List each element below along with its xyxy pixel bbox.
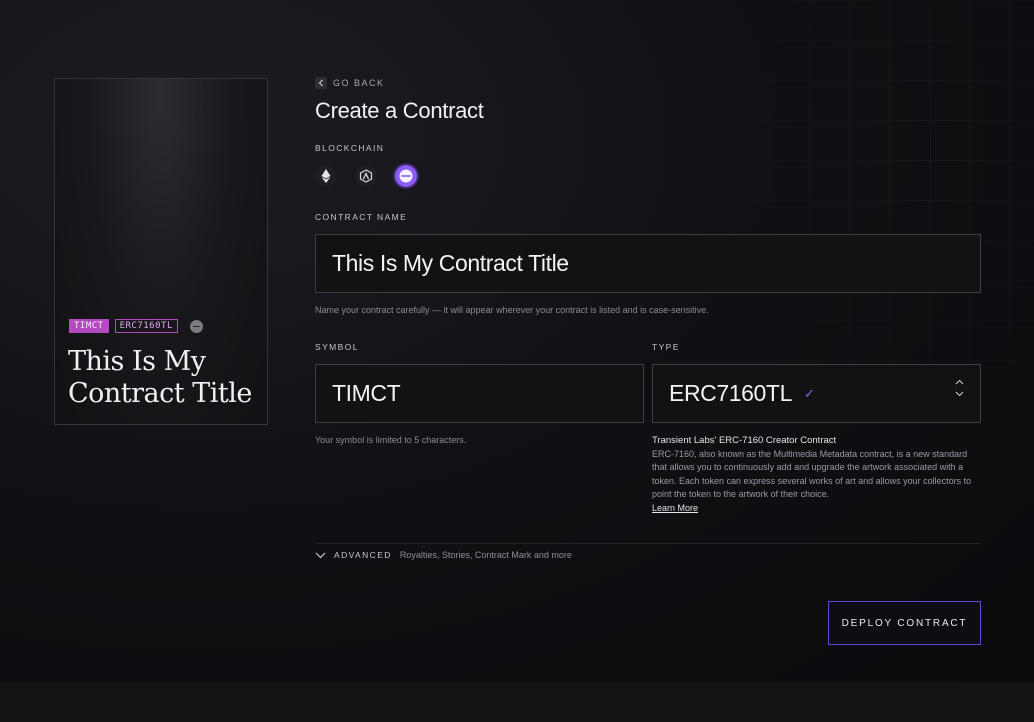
preview-symbol-badge: TIMCT	[69, 319, 109, 333]
type-description: Transient Labs' ERC-7160 Creator Contrac…	[652, 434, 972, 515]
chevron-down-icon[interactable]	[955, 391, 964, 397]
arbitrum-option[interactable]	[355, 165, 377, 187]
preview-badges: TIMCT ERC7160TL	[69, 319, 203, 333]
contract-name-hint: Name your contract carefully — it will a…	[315, 305, 709, 315]
base-icon	[399, 169, 413, 183]
chevron-down-icon	[315, 552, 326, 558]
chevron-left-icon	[315, 77, 327, 89]
learn-more-link[interactable]: Learn More	[652, 503, 698, 513]
symbol-label: SYMBOL	[315, 342, 359, 352]
arbitrum-icon	[359, 169, 373, 183]
divider	[315, 543, 981, 544]
check-icon: ✓	[803, 385, 815, 401]
preview-type-badge: ERC7160TL	[114, 319, 178, 333]
ethereum-icon	[321, 169, 331, 183]
symbol-hint: Your symbol is limited to 5 characters.	[315, 435, 467, 445]
base-chain-icon	[189, 319, 203, 333]
advanced-toggle[interactable]: ADVANCED Royalties, Stories, Contract Ma…	[315, 550, 572, 560]
type-selected-value: ERC7160TL	[669, 380, 792, 406]
contract-name-input[interactable]: This Is My Contract Title	[315, 234, 981, 293]
advanced-description: Royalties, Stories, Contract Mark and mo…	[399, 550, 572, 560]
contract-name-label: CONTRACT NAME	[315, 212, 408, 222]
page-title: Create a Contract	[315, 98, 484, 123]
type-select[interactable]: ERC7160TL ✓	[652, 364, 981, 423]
base-option[interactable]	[395, 165, 417, 187]
ethereum-option[interactable]	[315, 165, 337, 187]
deploy-contract-button[interactable]: DEPLOY CONTRACT	[828, 601, 981, 645]
type-label: TYPE	[652, 342, 680, 352]
type-description-title: Transient Labs' ERC-7160 Creator Contrac…	[652, 435, 837, 446]
type-description-text: ERC-7160, also known as the Multimedia M…	[652, 448, 972, 500]
advanced-label: ADVANCED	[334, 550, 392, 560]
blockchain-selector	[315, 165, 417, 187]
go-back-link[interactable]: GO BACK	[315, 77, 385, 89]
contract-preview-card: TIMCT ERC7160TL This Is My Contract Titl…	[54, 78, 268, 425]
blockchain-label: BLOCKCHAIN	[315, 143, 385, 153]
go-back-label: GO BACK	[333, 78, 385, 88]
preview-title: This Is My Contract Title	[68, 346, 252, 409]
chevron-up-icon[interactable]	[955, 379, 964, 385]
symbol-input[interactable]: TIMCT	[315, 364, 644, 423]
footer-bar	[0, 682, 1034, 722]
type-select-arrows	[955, 379, 964, 397]
